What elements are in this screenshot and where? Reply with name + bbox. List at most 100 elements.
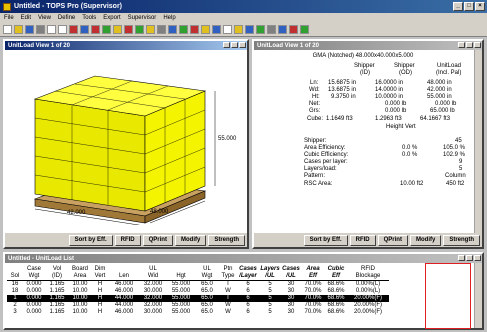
panel-close-button[interactable] bbox=[474, 42, 481, 48]
tool-icon-9[interactable] bbox=[168, 25, 177, 34]
table-row[interactable]: 2 0.000 1.165 10.00 H 44.000 32.000 55.000 65.0 W… bbox=[7, 302, 389, 309]
rfid-button[interactable]: RFID bbox=[349, 234, 376, 246]
print-icon[interactable] bbox=[36, 25, 45, 34]
column-header[interactable]: Cases bbox=[237, 266, 259, 273]
column-header[interactable] bbox=[7, 266, 23, 273]
column-header[interactable]: Area bbox=[69, 273, 91, 281]
column-header[interactable]: Cases bbox=[281, 266, 301, 273]
panel-close-button[interactable] bbox=[239, 42, 246, 48]
minimize-button[interactable]: _ bbox=[453, 2, 463, 11]
panel-max-button[interactable] bbox=[231, 42, 238, 48]
tool-icon-16[interactable] bbox=[245, 25, 254, 34]
list-scrollbar[interactable] bbox=[474, 263, 482, 328]
column-header[interactable]: RFID bbox=[347, 266, 389, 273]
column-header[interactable]: Ptn bbox=[219, 266, 237, 273]
panel-max-button[interactable] bbox=[466, 255, 473, 261]
column-header[interactable]: Case bbox=[23, 266, 45, 273]
tool-icon-21[interactable] bbox=[300, 25, 309, 34]
tool-icon-8[interactable] bbox=[157, 25, 166, 34]
column-header[interactable]: Wgt bbox=[195, 273, 219, 281]
column-header[interactable]: Cubic bbox=[325, 266, 347, 273]
menu-supervisor[interactable]: Supervisor bbox=[128, 15, 157, 21]
column-header[interactable]: Eff bbox=[301, 273, 325, 281]
rfid-button[interactable]: RFID bbox=[114, 234, 141, 246]
strength-button[interactable]: Strength bbox=[208, 234, 245, 246]
column-header[interactable]: Type bbox=[219, 273, 237, 281]
menu-define[interactable]: Define bbox=[58, 15, 75, 21]
column-header[interactable]: UL bbox=[139, 266, 167, 273]
table-row[interactable]: 16 0.000 1.165 10.00 H 46.000 32.000 55.000 65.0… bbox=[7, 281, 389, 289]
menu-edit[interactable]: Edit bbox=[21, 15, 31, 21]
column-header[interactable]: Sol bbox=[7, 273, 23, 281]
sort-by-eff-button[interactable]: Sort by Eff. bbox=[303, 234, 348, 246]
tool-icon-20[interactable] bbox=[289, 25, 298, 34]
table-row[interactable]: 1 0.000 1.165 10.00 H 44.000 32.000 55.000 65.0 T… bbox=[7, 295, 389, 302]
open-icon[interactable] bbox=[14, 25, 23, 34]
panel-min-button[interactable] bbox=[458, 255, 465, 261]
detail-row: Layers/load: 5 bbox=[254, 166, 472, 173]
column-header[interactable]: Layers bbox=[259, 266, 281, 273]
column-header[interactable]: /UL bbox=[281, 273, 301, 281]
column-header[interactable]: Vert bbox=[91, 273, 109, 281]
maximize-button[interactable]: □ bbox=[464, 2, 474, 11]
save-icon[interactable] bbox=[25, 25, 34, 34]
table-row[interactable]: 3 0.000 1.165 10.00 H 46.000 30.000 55.000 65.0 W… bbox=[7, 309, 389, 316]
column-header[interactable]: (ID) bbox=[45, 273, 69, 281]
column-header[interactable]: Dim bbox=[91, 266, 109, 273]
column-header[interactable]: Len bbox=[109, 273, 139, 281]
tool-icon-19[interactable] bbox=[278, 25, 287, 34]
column-header[interactable]: Area bbox=[301, 266, 325, 273]
column-header[interactable]: Hgt bbox=[167, 273, 195, 281]
tool-icon-7[interactable] bbox=[146, 25, 155, 34]
tool-icon-10[interactable] bbox=[179, 25, 188, 34]
modify-button[interactable]: Modify bbox=[174, 234, 207, 246]
tool-icon-11[interactable] bbox=[190, 25, 199, 34]
modify-button[interactable]: Modify bbox=[409, 234, 442, 246]
column-header[interactable]: Wid bbox=[139, 273, 167, 281]
menu-export[interactable]: Export bbox=[103, 15, 120, 21]
back-icon[interactable] bbox=[47, 25, 56, 34]
column-header[interactable]: /UL bbox=[259, 273, 281, 281]
panel-max-button[interactable] bbox=[466, 42, 473, 48]
panel-close-button[interactable] bbox=[474, 255, 481, 261]
tool-icon-14[interactable] bbox=[223, 25, 232, 34]
unitload-3d-drawing[interactable] bbox=[5, 51, 247, 225]
tool-icon-17[interactable] bbox=[256, 25, 265, 34]
tool-icon-6[interactable] bbox=[135, 25, 144, 34]
table-row[interactable]: 18 0.000 1.165 10.00 H 46.000 30.000 55.000 65.0… bbox=[7, 288, 389, 295]
column-header[interactable]: /Layer bbox=[237, 273, 259, 281]
table-cell: T bbox=[226, 281, 230, 287]
panel-min-button[interactable] bbox=[223, 42, 230, 48]
qprint-button[interactable]: QPrint bbox=[142, 234, 173, 246]
tool-icon-5[interactable] bbox=[124, 25, 133, 34]
stats-scrollbar[interactable] bbox=[474, 50, 482, 233]
column-header[interactable] bbox=[167, 266, 195, 273]
tool-icon-3[interactable] bbox=[102, 25, 111, 34]
menu-help[interactable]: Help bbox=[163, 15, 175, 21]
column-header[interactable]: Board bbox=[69, 266, 91, 273]
menu-file[interactable]: File bbox=[4, 15, 14, 21]
tool-icon-2[interactable] bbox=[91, 25, 100, 34]
sort-by-eff-button[interactable]: Sort by Eff. bbox=[68, 234, 113, 246]
delete-icon[interactable] bbox=[69, 25, 78, 34]
panel-min-button[interactable] bbox=[458, 42, 465, 48]
close-button[interactable]: × bbox=[475, 2, 485, 11]
forward-icon[interactable] bbox=[58, 25, 67, 34]
column-header[interactable]: UL bbox=[195, 266, 219, 273]
tool-icon-18[interactable] bbox=[267, 25, 276, 34]
menu-view[interactable]: View bbox=[38, 15, 51, 21]
tool-icon-13[interactable] bbox=[212, 25, 221, 34]
column-header[interactable]: Blockage bbox=[347, 273, 389, 281]
menu-tools[interactable]: Tools bbox=[82, 15, 96, 21]
tool-icon-4[interactable] bbox=[113, 25, 122, 34]
column-header[interactable]: Vol bbox=[45, 266, 69, 273]
column-header[interactable] bbox=[109, 266, 139, 273]
strength-button[interactable]: Strength bbox=[443, 234, 480, 246]
column-header[interactable]: Eff bbox=[325, 273, 347, 281]
qprint-button[interactable]: QPrint bbox=[377, 234, 408, 246]
new-icon[interactable] bbox=[3, 25, 12, 34]
tool-icon-1[interactable] bbox=[80, 25, 89, 34]
tool-icon-12[interactable] bbox=[201, 25, 210, 34]
tool-icon-15[interactable] bbox=[234, 25, 243, 34]
column-header[interactable]: Wgt bbox=[23, 273, 45, 281]
